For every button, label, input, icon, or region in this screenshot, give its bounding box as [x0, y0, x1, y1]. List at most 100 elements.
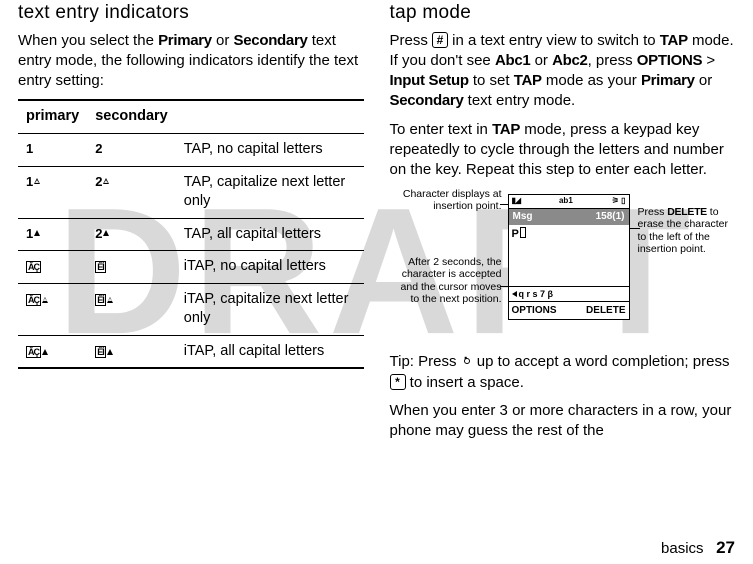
- table-row: 1 2 TAP, capitalize next letter only: [18, 166, 364, 218]
- phone-diagram: Character displays at insertion point. A…: [390, 188, 736, 352]
- txt: When you select the: [18, 32, 158, 49]
- primary-indicator-icon: ÂÇ: [26, 346, 48, 358]
- txt: up to accept a word completion; press: [473, 353, 730, 370]
- table-row: ÂÇ ÊÌ iTAP, no capital letters: [18, 251, 364, 284]
- th-desc: [176, 100, 364, 133]
- tap-word: TAP: [660, 32, 688, 49]
- battery-icon: ⚞ ▯: [612, 196, 626, 207]
- primary-indicator-icon: 1: [26, 140, 33, 158]
- left-column: text entry indicators When you select th…: [18, 0, 364, 449]
- txt: or: [530, 52, 552, 69]
- abc2-word: Abc2: [552, 52, 587, 69]
- phone-softkeys: OPTIONS DELETE: [509, 302, 629, 320]
- shift-outline-arrow-icon: [42, 297, 48, 303]
- th-primary: primary: [18, 100, 87, 133]
- right-p2: To enter text in TAP mode, press a keypa…: [390, 120, 736, 181]
- shift-outline-arrow-icon: [103, 178, 109, 184]
- phone-text-area: P: [509, 225, 629, 287]
- softkey-left: OPTIONS: [512, 304, 557, 318]
- itap-box-icon: ÂÇ: [26, 346, 41, 358]
- page-number: 27: [716, 538, 735, 557]
- primary-indicator-icon: 1: [26, 173, 40, 191]
- txt: to set: [469, 72, 514, 89]
- phone-screen: ▮◢ ab1 ⚞ ▯ Msg 158(1) P q r s 7 β OPTION…: [508, 194, 630, 320]
- signal-icon: ▮◢: [512, 196, 521, 207]
- nav-key-icon: [461, 355, 473, 367]
- txt: to insert a space.: [406, 374, 524, 391]
- txt: To enter text in: [390, 121, 493, 138]
- secondary-word: Secondary: [390, 92, 464, 109]
- page-footer: basics 27: [661, 538, 735, 558]
- right-p4: When you enter 3 or more characters in a…: [390, 401, 736, 442]
- desc-cell: iTAP, capitalize next letter only: [176, 283, 364, 335]
- abc1-word: Abc1: [495, 52, 530, 69]
- secondary-indicator-icon: ÊÌ: [95, 346, 113, 358]
- secondary-indicator-icon: 2: [95, 173, 109, 191]
- itap-box-icon: ÂÇ: [26, 261, 41, 273]
- leader-line: [630, 228, 640, 229]
- callout-insertion-point: Character displays at insertion point.: [390, 188, 502, 212]
- title-left: Msg: [513, 210, 533, 224]
- options-word: OPTIONS: [637, 52, 702, 69]
- shift-outline-arrow-icon: [107, 297, 113, 303]
- shift-solid-arrow-icon: [103, 230, 109, 236]
- secondary-indicator-icon: ÊÌ: [95, 294, 113, 306]
- left-heading: text entry indicators: [18, 0, 364, 26]
- tap-word: TAP: [514, 72, 542, 89]
- desc-cell: TAP, capitalize next letter only: [176, 166, 364, 218]
- section-name: basics: [661, 540, 704, 557]
- tip-paragraph: Tip: Press up to accept a word completio…: [390, 352, 736, 393]
- shift-solid-arrow-icon: [34, 230, 40, 236]
- desc-cell: TAP, no capital letters: [176, 133, 364, 166]
- left-arrow-icon: [512, 291, 517, 297]
- secondary-indicator-icon: ÊÌ: [95, 261, 106, 273]
- hash-key-icon: #: [432, 32, 448, 48]
- txt: Press: [638, 206, 668, 218]
- softkey-right: DELETE: [586, 304, 625, 318]
- primary-indicator-icon: ÂÇ: [26, 261, 41, 273]
- secondary-word: Secondary: [234, 32, 308, 49]
- right-heading: tap mode: [390, 0, 736, 26]
- itap-box-icon: ÊÌ: [95, 346, 106, 358]
- desc-cell: iTAP, no capital letters: [176, 251, 364, 284]
- txt: or: [695, 72, 713, 89]
- table-row: 1 2 TAP, no capital letters: [18, 133, 364, 166]
- indicator-table: primary secondary 1 2 TAP, no capital le…: [18, 99, 364, 369]
- left-intro: When you select the Primary or Secondary…: [18, 31, 364, 92]
- txt: text entry mode.: [464, 92, 576, 109]
- txt: >: [702, 52, 715, 69]
- title-right: 158(1): [596, 210, 625, 224]
- phone-titlebar: Msg 158(1): [509, 209, 629, 225]
- phone-candidates: q r s 7 β: [509, 287, 629, 302]
- callout-after-2s: After 2 seconds, the character is accept…: [390, 256, 502, 304]
- page-content: text entry indicators When you select th…: [0, 0, 753, 449]
- input-setup-word: Input Setup: [390, 72, 469, 89]
- itap-box-icon: ÂÇ: [26, 294, 41, 306]
- table-row: ÂÇ ÊÌ iTAP, all capital letters: [18, 335, 364, 368]
- table-header-row: primary secondary: [18, 100, 364, 133]
- table-row: 1 2 TAP, all capital letters: [18, 218, 364, 251]
- shift-solid-arrow-icon: [107, 349, 113, 355]
- desc-cell: TAP, all capital letters: [176, 218, 364, 251]
- secondary-indicator-icon: 2: [95, 225, 109, 243]
- th-secondary: secondary: [87, 100, 176, 133]
- txt: or: [212, 32, 234, 49]
- tap-word: TAP: [492, 121, 520, 138]
- delete-word: DELETE: [667, 206, 707, 218]
- primary-indicator-icon: ÂÇ: [26, 294, 48, 306]
- txt: Press: [414, 353, 461, 370]
- txt: Press: [390, 32, 433, 49]
- table-row: ÂÇ ÊÌ iTAP, capitalize next letter only: [18, 283, 364, 335]
- primary-word: Primary: [641, 72, 695, 89]
- phone-statusbar: ▮◢ ab1 ⚞ ▯: [509, 195, 629, 209]
- right-p1: Press # in a text entry view to switch t…: [390, 31, 736, 112]
- secondary-indicator-icon: 2: [95, 140, 102, 158]
- txt: mode as your: [542, 72, 641, 89]
- itap-box-icon: ÊÌ: [95, 261, 106, 273]
- candidate-letters: q r s 7 β: [519, 288, 554, 300]
- callout-delete: Press DELETE to erase the character to t…: [638, 206, 734, 254]
- star-key-icon: *: [390, 374, 406, 390]
- txt: in a text entry view to switch to: [448, 32, 660, 49]
- typed-char: P: [512, 228, 519, 240]
- entry-mode-indicator: ab1: [559, 196, 573, 207]
